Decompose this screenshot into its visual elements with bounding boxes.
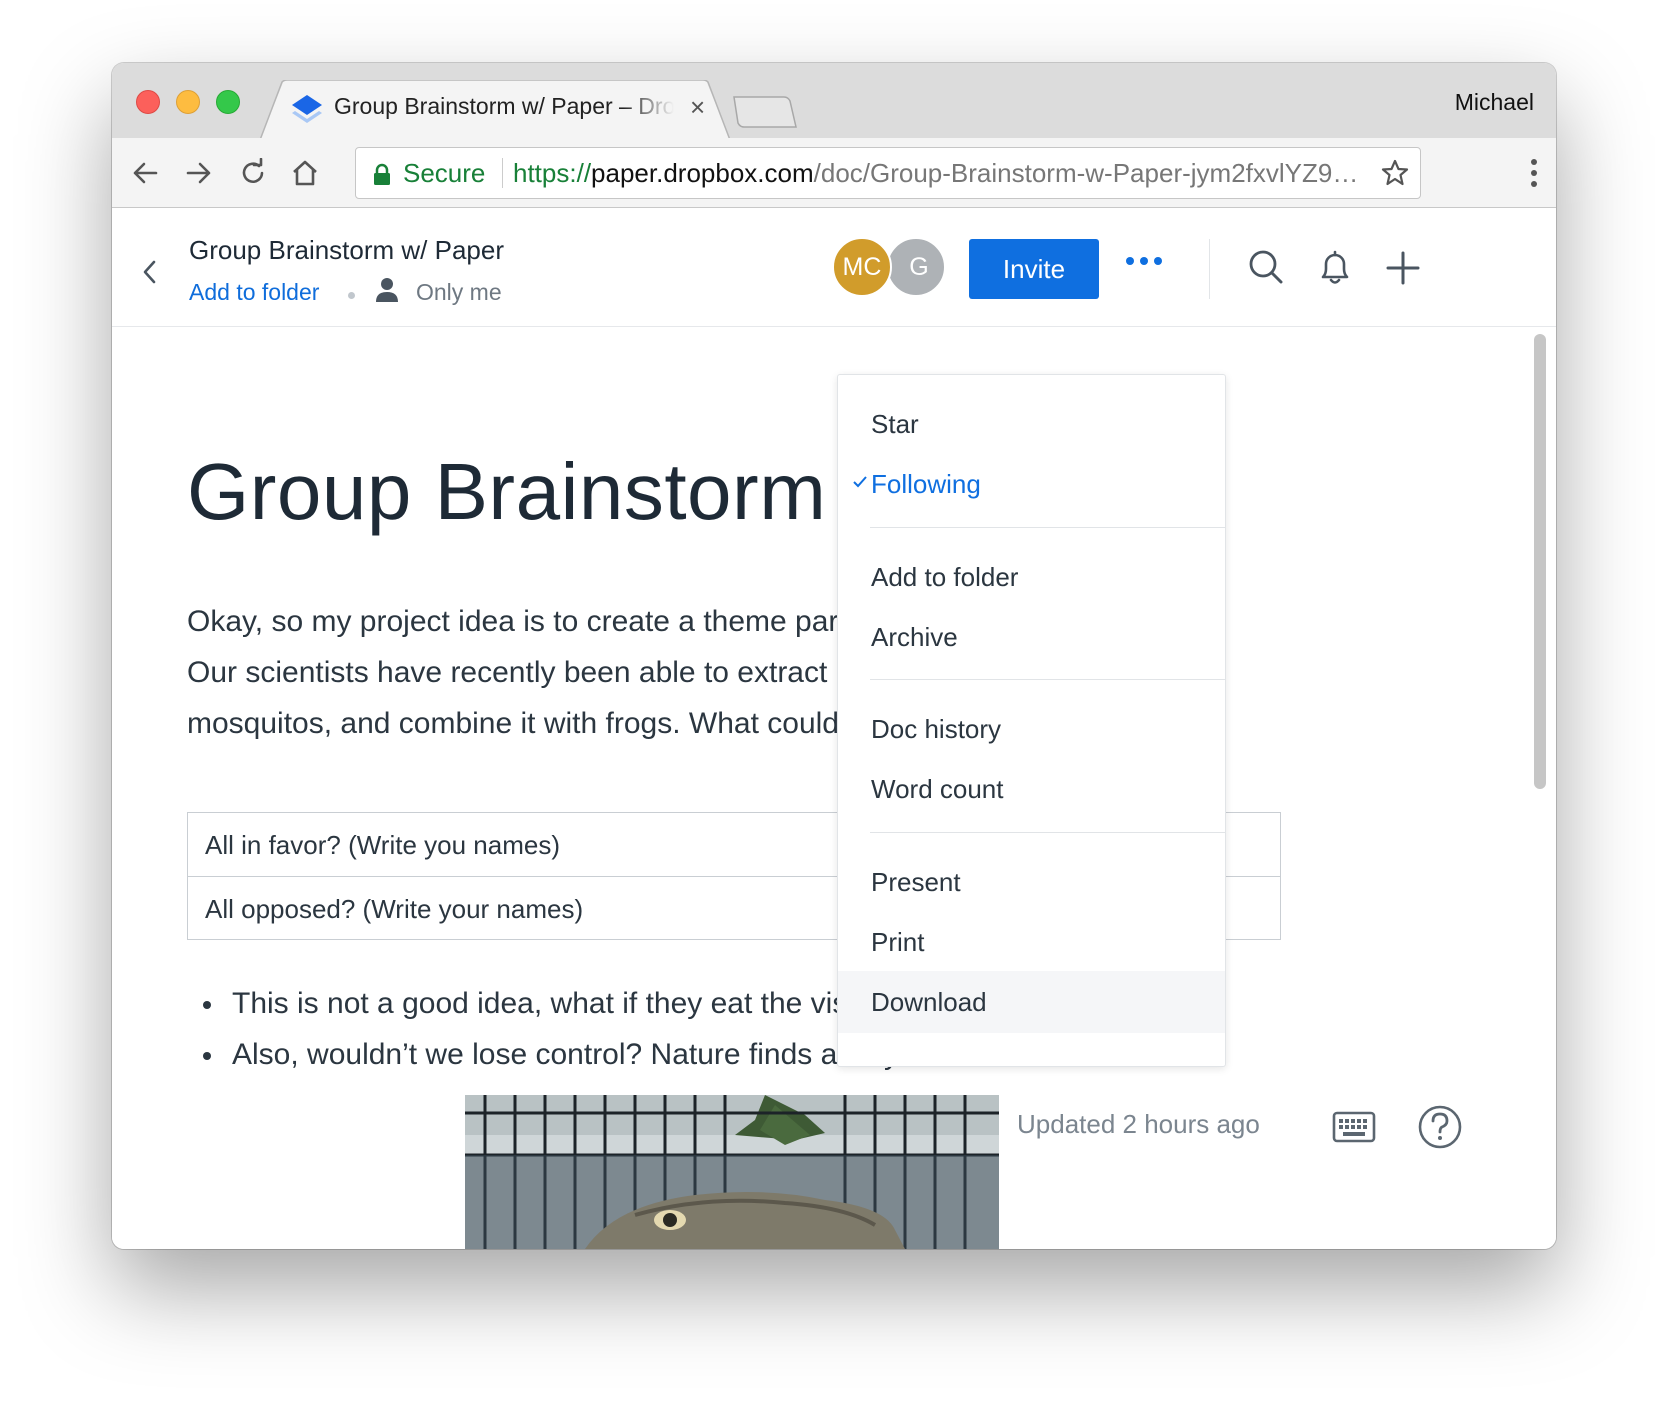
menu-item-following[interactable]: Following (838, 453, 1225, 515)
title-bar: Group Brainstorm w/ Paper – Dropbox Pape… (112, 63, 1556, 140)
url-path: /doc/Group-Brainstorm-w-Paper-jym2fxvlYZ… (813, 158, 1365, 188)
more-options-menu: Star Following Add to folder Archive Doc… (837, 374, 1226, 1067)
secure-label: Secure (403, 158, 486, 188)
home-icon[interactable] (288, 156, 322, 190)
dropbox-paper-icon (292, 95, 322, 123)
invite-button[interactable]: Invite (969, 239, 1099, 299)
create-plus-icon[interactable] (1385, 249, 1421, 287)
menu-item-archive[interactable]: Archive (838, 606, 1225, 668)
list-item[interactable]: This is not a good idea, what if they ea… (187, 978, 921, 1029)
menu-item-doc-history[interactable]: Doc history (838, 698, 1225, 760)
paper-header: Group Brainstorm w/ Paper Add to folder … (112, 209, 1556, 327)
url-scheme: https:// (513, 158, 592, 188)
keyboard-shortcuts-icon[interactable] (1332, 1110, 1376, 1144)
url-text[interactable]: https://paper.dropbox.com/doc/Group-Brai… (513, 158, 1365, 189)
doc-title: Group Brainstorm w/ Paper (189, 235, 505, 265)
close-window-button[interactable] (136, 90, 160, 114)
maximize-window-button[interactable] (216, 90, 240, 114)
tab-title: Group Brainstorm w/ Paper – Dropbox Pape… (334, 93, 674, 119)
address-bar[interactable]: Secure https://paper.dropbox.com/doc/Gro… (355, 147, 1421, 199)
back-chevron-icon[interactable] (140, 257, 160, 287)
browser-toolbar: Secure https://paper.dropbox.com/doc/Gro… (112, 138, 1556, 208)
menu-item-label: Present (871, 867, 961, 897)
dinosaur-image[interactable] (465, 1095, 999, 1249)
profile-name[interactable]: Michael (1455, 89, 1534, 116)
new-tab-button[interactable] (732, 95, 798, 129)
menu-divider (870, 527, 1225, 528)
more-options-icon[interactable] (1124, 255, 1164, 267)
menu-item-label: Doc history (871, 714, 1002, 744)
avatar[interactable]: MC (832, 237, 892, 297)
scrollbar-thumb[interactable] (1534, 334, 1546, 789)
browser-window: Group Brainstorm w/ Paper – Dropbox Pape… (112, 63, 1556, 1249)
notifications-bell-icon[interactable] (1317, 249, 1353, 287)
forward-icon[interactable] (182, 156, 216, 190)
omnibox-divider (502, 158, 503, 188)
tab-close-icon[interactable]: × (690, 93, 705, 121)
header-divider (1209, 239, 1210, 299)
menu-item-present[interactable]: Present (838, 851, 1225, 913)
menu-item-label: Following (871, 469, 981, 499)
url-host: paper.dropbox.com (591, 158, 814, 188)
menu-item-label: Print (871, 927, 925, 957)
bullet-list: This is not a good idea, what if they ea… (187, 978, 921, 1080)
checkmark-icon (853, 476, 867, 488)
avatar[interactable]: G (886, 237, 946, 297)
menu-item-print[interactable]: Print (838, 911, 1225, 973)
search-icon[interactable] (1248, 249, 1284, 287)
menu-item-label: Add to folder (871, 562, 1019, 592)
menu-item-label: Star (871, 409, 919, 439)
add-to-folder-link[interactable]: Add to folder (189, 279, 319, 306)
document-area: Group Brainstorm w/ Paper Okay, so my pr… (112, 328, 1556, 1249)
reload-icon[interactable] (236, 156, 270, 190)
list-item[interactable]: Also, wouldn’t we lose control? Nature f… (187, 1029, 921, 1080)
minimize-window-button[interactable] (176, 90, 200, 114)
menu-divider (870, 679, 1225, 680)
lock-icon (374, 163, 390, 185)
browser-menu-icon[interactable] (1530, 158, 1538, 188)
menu-item-label: Word count (871, 774, 1004, 804)
help-icon[interactable] (1417, 1104, 1463, 1150)
separator-dot (348, 292, 355, 299)
menu-item-download[interactable]: Download (838, 971, 1225, 1033)
sharing-status[interactable]: Only me (416, 279, 502, 306)
bookmark-star-icon[interactable] (1380, 158, 1410, 188)
menu-item-star[interactable]: Star (838, 393, 1225, 455)
menu-divider (870, 832, 1225, 833)
menu-item-word-count[interactable]: Word count (838, 758, 1225, 820)
updated-status: Updated 2 hours ago (1017, 1109, 1260, 1139)
menu-item-label: Archive (871, 622, 958, 652)
menu-item-label: Download (871, 987, 987, 1017)
person-icon (376, 278, 398, 302)
back-icon[interactable] (128, 156, 162, 190)
menu-item-add-to-folder[interactable]: Add to folder (838, 546, 1225, 608)
